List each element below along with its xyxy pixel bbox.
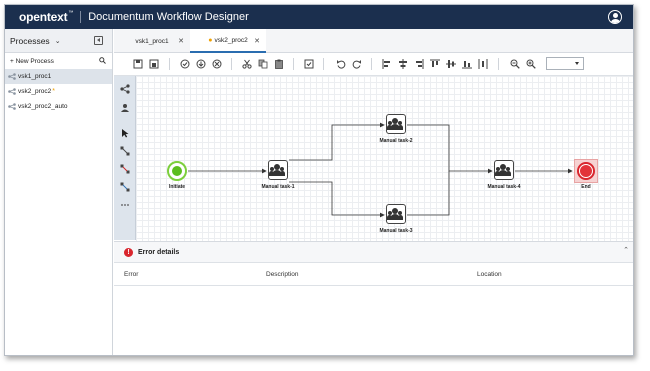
distribute-icon[interactable] bbox=[478, 59, 488, 69]
app-window: opentext™ Documentum Workflow Designer P… bbox=[4, 4, 634, 356]
new-process-row: + New Process bbox=[5, 53, 112, 69]
column-header-error[interactable]: Error bbox=[124, 271, 138, 278]
error-details-header[interactable]: ! Error details ⌃ bbox=[114, 242, 633, 262]
task-manual-task-2[interactable] bbox=[386, 114, 406, 134]
chevron-up-icon[interactable]: ⌃ bbox=[623, 246, 629, 254]
align-bottom-icon[interactable] bbox=[462, 59, 472, 69]
error-details-title: Error details bbox=[138, 248, 180, 256]
error-details-panel: ! Error details ⌃ Error Description Loca… bbox=[114, 241, 633, 355]
toolbar-divider bbox=[169, 58, 170, 70]
connect-flow-icon[interactable] bbox=[120, 146, 130, 156]
toolbar-divider bbox=[293, 58, 294, 70]
zoom-in-icon[interactable] bbox=[526, 59, 536, 69]
workflow-edges bbox=[188, 122, 573, 218]
process-item-label: vsk2_proc2 bbox=[18, 88, 52, 95]
processes-header: Processes ⌄ bbox=[5, 29, 112, 53]
flow-task3-to-task4 bbox=[407, 171, 450, 216]
node-label-task-2: Manual task-2 bbox=[379, 138, 413, 144]
process-item-vsk2-proc2-auto[interactable]: vsk2_proc2_auto bbox=[5, 99, 112, 114]
more-icon[interactable] bbox=[120, 200, 130, 210]
process-item-label: vsk2_proc2_auto bbox=[18, 103, 68, 110]
zoom-out-icon[interactable] bbox=[510, 59, 520, 69]
node-label-initiate: Initiate bbox=[168, 184, 186, 190]
chevron-down-icon[interactable]: ⌄ bbox=[55, 37, 61, 45]
modified-marker: * bbox=[52, 88, 55, 95]
task-manual-task-4[interactable] bbox=[494, 160, 514, 180]
process-icon bbox=[8, 73, 16, 80]
process-item-vsk2-proc2[interactable]: vsk2_proc2 * bbox=[5, 84, 112, 99]
tool-palette bbox=[114, 76, 136, 240]
toolbar-divider bbox=[371, 58, 372, 70]
start-event-initiate[interactable] bbox=[167, 161, 187, 181]
brand-text: opentext bbox=[19, 10, 68, 24]
task-manual-task-1[interactable] bbox=[268, 160, 288, 180]
node-label-task-1: Manual task-1 bbox=[261, 184, 295, 190]
flow-task1-to-task3 bbox=[289, 181, 385, 218]
align-top-icon[interactable] bbox=[430, 59, 440, 69]
processes-sidebar: Processes ⌄ + New Process vsk1_proc1 vsk… bbox=[5, 29, 113, 355]
node-label-task-3: Manual task-3 bbox=[379, 228, 413, 234]
processes-title[interactable]: Processes bbox=[10, 36, 50, 46]
install-icon[interactable] bbox=[196, 59, 206, 69]
column-header-location[interactable]: Location bbox=[477, 271, 502, 278]
tab-label: vsk2_proc2 bbox=[214, 36, 248, 44]
tab-vsk2-proc2[interactable]: ● vsk2_proc2 ✕ bbox=[190, 29, 266, 53]
toolbar-divider bbox=[498, 58, 499, 70]
workflow-canvas[interactable]: Initiate Manual task-1 Manual task-2 Man… bbox=[136, 76, 633, 241]
align-left-icon[interactable] bbox=[382, 59, 392, 69]
modified-marker: ● bbox=[208, 36, 213, 44]
collapse-sidebar-icon[interactable] bbox=[94, 36, 103, 45]
brand-logo: opentext™ bbox=[19, 10, 73, 24]
cut-icon[interactable] bbox=[242, 59, 252, 69]
close-icon[interactable]: ✕ bbox=[178, 37, 184, 45]
app-title: Documentum Workflow Designer bbox=[88, 11, 249, 23]
process-icon bbox=[8, 88, 16, 95]
process-icon bbox=[8, 103, 16, 110]
copy-icon[interactable] bbox=[258, 59, 268, 69]
connect-link-icon[interactable] bbox=[120, 182, 130, 192]
column-header-description[interactable]: Description bbox=[266, 271, 299, 278]
redo-icon[interactable] bbox=[352, 59, 362, 69]
connect-reject-icon[interactable] bbox=[120, 164, 130, 174]
toolbar-divider bbox=[323, 58, 324, 70]
zoom-level-select[interactable] bbox=[546, 57, 584, 70]
undo-icon[interactable] bbox=[336, 59, 346, 69]
flow-task1-to-task2 bbox=[289, 122, 385, 161]
editor-toolbar bbox=[114, 53, 633, 76]
tab-label: vsk1_proc1 bbox=[135, 37, 169, 45]
app-header: opentext™ Documentum Workflow Designer bbox=[5, 5, 633, 29]
process-item-vsk1-proc1[interactable]: vsk1_proc1 bbox=[5, 69, 112, 84]
header-divider bbox=[80, 11, 82, 23]
flow-task2-to-task4 bbox=[407, 124, 493, 174]
brand-trademark: ™ bbox=[68, 10, 74, 16]
align-right-icon[interactable] bbox=[414, 59, 424, 69]
new-process-button[interactable]: + New Process bbox=[10, 58, 54, 65]
align-center-icon[interactable] bbox=[398, 59, 408, 69]
select-pointer-icon[interactable] bbox=[120, 128, 130, 138]
process-item-label: vsk1_proc1 bbox=[18, 73, 52, 80]
toolbar-divider bbox=[231, 58, 232, 70]
properties-icon[interactable] bbox=[304, 59, 314, 69]
uninstall-icon[interactable] bbox=[212, 59, 222, 69]
error-table-header: Error Description Location bbox=[114, 262, 633, 286]
close-icon[interactable]: ✕ bbox=[254, 37, 260, 45]
align-middle-icon[interactable] bbox=[446, 59, 456, 69]
save-icon[interactable] bbox=[133, 59, 143, 69]
user-avatar-icon[interactable] bbox=[608, 10, 622, 24]
participants-icon[interactable] bbox=[120, 103, 130, 113]
tab-vsk1-proc1[interactable]: vsk1_proc1 ✕ bbox=[114, 29, 190, 53]
error-icon: ! bbox=[124, 247, 133, 257]
validate-icon[interactable] bbox=[180, 59, 190, 69]
end-event[interactable] bbox=[574, 159, 598, 183]
task-manual-task-3[interactable] bbox=[386, 204, 406, 224]
node-label-end: End bbox=[581, 184, 591, 190]
search-icon[interactable] bbox=[99, 57, 106, 64]
paste-icon[interactable] bbox=[274, 59, 284, 69]
editor-area: vsk1_proc1 ✕ ● vsk2_proc2 ✕ Initiate Man… bbox=[114, 29, 633, 355]
activities-icon[interactable] bbox=[120, 84, 130, 94]
node-label-task-4: Manual task-4 bbox=[487, 184, 521, 190]
save-as-icon[interactable] bbox=[149, 59, 159, 69]
editor-tabs: vsk1_proc1 ✕ ● vsk2_proc2 ✕ bbox=[114, 29, 633, 53]
